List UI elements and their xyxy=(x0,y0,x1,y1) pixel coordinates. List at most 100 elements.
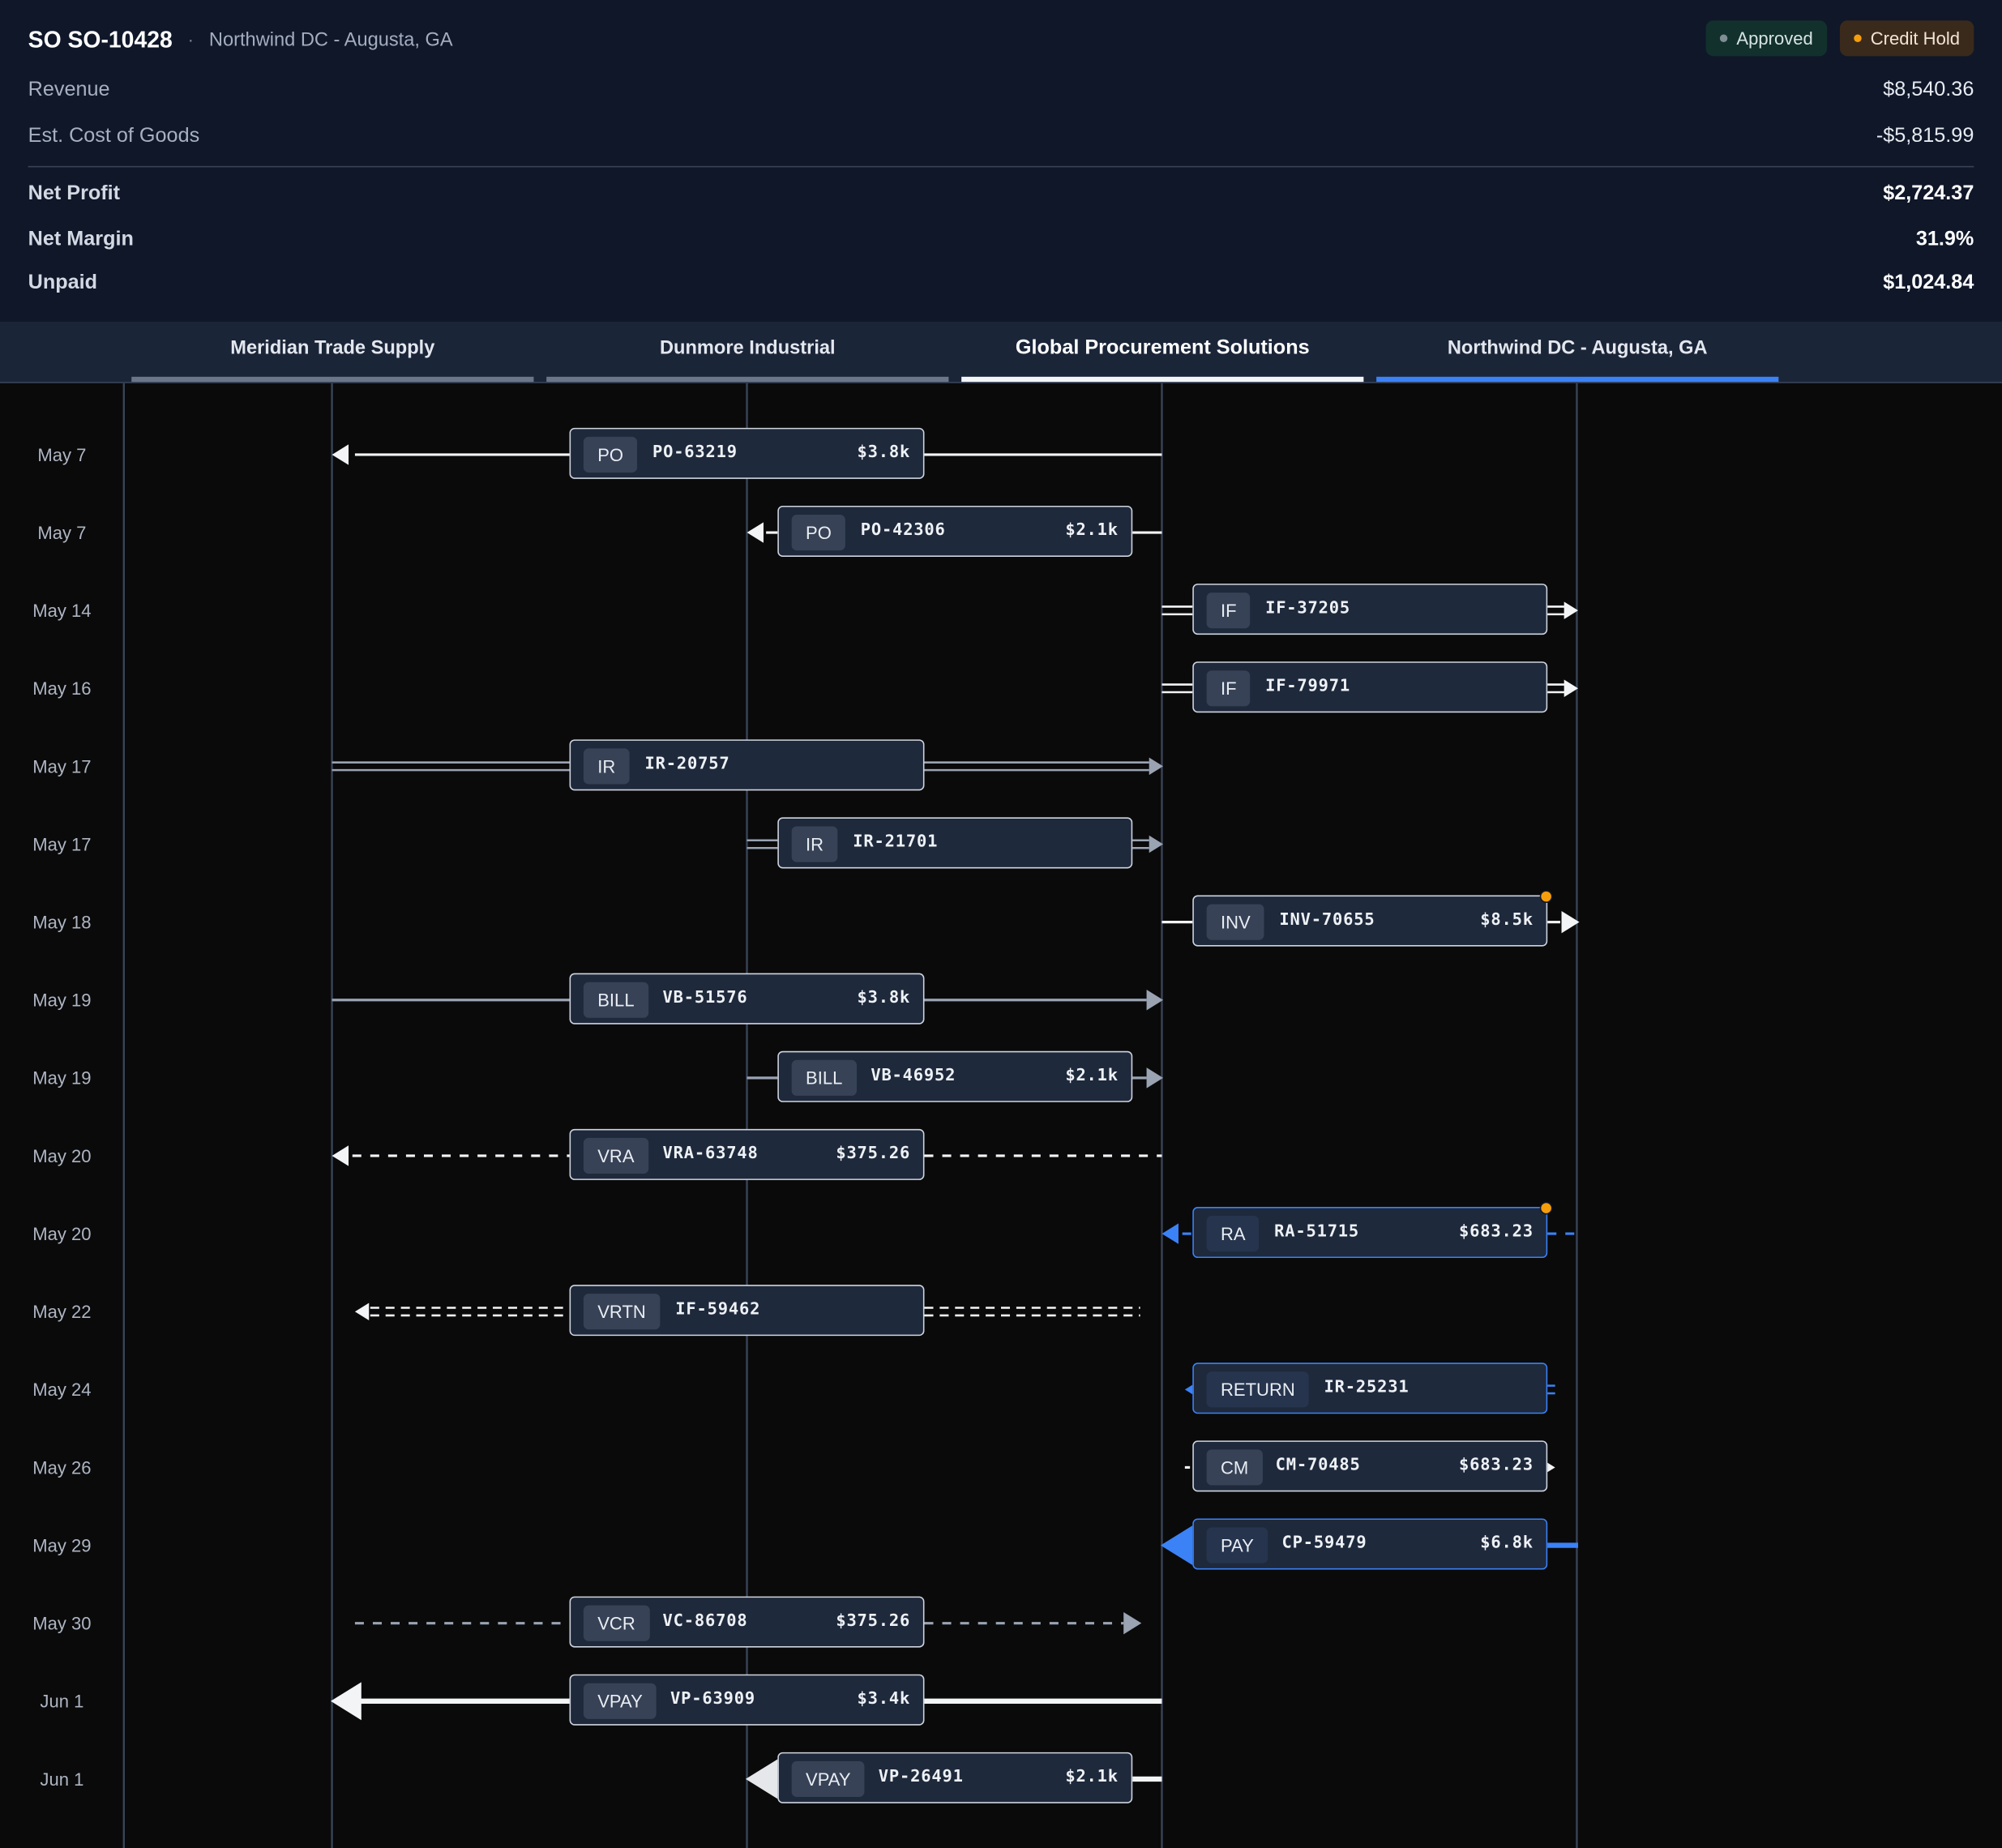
transaction-card-vra[interactable]: VRA VRA-63748 $375.26 xyxy=(569,1128,925,1180)
transaction-type-chip: PO xyxy=(791,514,846,551)
transaction-amount: $375.26 xyxy=(836,1144,911,1164)
event-date: May 20 xyxy=(32,1223,92,1244)
event-date: May 29 xyxy=(32,1534,92,1556)
transaction-card-ir[interactable]: IR IR-21701 xyxy=(777,817,1133,869)
transaction-type-chip: VPAY xyxy=(791,1760,865,1797)
transaction-type-chip: VCR xyxy=(583,1605,650,1641)
transaction-type-chip: IR xyxy=(791,826,838,862)
transaction-card-pay[interactable]: PAY CP-59479 $6.8k xyxy=(1192,1518,1548,1570)
transaction-card-return[interactable]: RETURN IR-25231 xyxy=(1192,1362,1548,1414)
transaction-card-bill[interactable]: BILL VB-51576 $3.8k xyxy=(569,973,925,1025)
transaction-id: IR-25231 xyxy=(1324,1378,1410,1397)
arrow-head-icon xyxy=(332,444,349,465)
event-date: May 24 xyxy=(32,1379,92,1400)
arrow-head-icon xyxy=(330,1682,361,1721)
transaction-type-chip: IR xyxy=(583,748,630,785)
transaction-card-ir[interactable]: IR IR-20757 xyxy=(569,739,925,791)
event-date: May 7 xyxy=(37,522,87,543)
tab-northwind-dc[interactable]: Northwind DC - Augusta, GA xyxy=(1376,322,1779,383)
transaction-amount: $3.8k xyxy=(857,443,911,463)
transaction-card-bill[interactable]: BILL VB-46952 $2.1k xyxy=(777,1050,1133,1102)
net-margin-row: Net Margin 31.9% xyxy=(28,229,1974,251)
transaction-type-chip: IF xyxy=(1206,592,1251,629)
status-badge-label: Credit Hold xyxy=(1870,28,1961,49)
transaction-amount: $2.1k xyxy=(1065,1767,1119,1787)
revenue-label: Revenue xyxy=(28,79,110,101)
arrow-head-icon xyxy=(354,1303,370,1320)
arrow-head-icon xyxy=(1161,1223,1179,1244)
event-date: Jun 1 xyxy=(40,1769,84,1790)
warning-dot-icon xyxy=(1854,34,1862,42)
transaction-type-chip: CM xyxy=(1206,1449,1263,1486)
tab-dunmore-industrial[interactable]: Dunmore Industrial xyxy=(546,322,949,383)
transaction-type-chip: IF xyxy=(1206,670,1251,707)
arrow-head-icon xyxy=(332,1145,349,1166)
transaction-card-po[interactable]: PO PO-42306 $2.1k xyxy=(777,505,1133,557)
unpaid-value: $1,024.84 xyxy=(1883,272,1974,294)
transaction-type-chip: BILL xyxy=(583,982,648,1018)
transaction-card-inv[interactable]: INV INV-70655 $8.5k xyxy=(1192,890,1553,947)
transaction-card-if[interactable]: IF IF-37205 xyxy=(1192,584,1548,635)
transaction-card-vcr[interactable]: VCR VC-86708 $375.26 xyxy=(569,1596,925,1648)
event-date: May 17 xyxy=(32,833,92,855)
unpaid-row: Unpaid $1,024.84 xyxy=(28,272,1974,295)
transaction-amount: $2.1k xyxy=(1065,1066,1119,1086)
transaction-id: INV-70655 xyxy=(1279,910,1375,930)
transaction-id: VB-46952 xyxy=(871,1066,956,1086)
transaction-id: IF-79971 xyxy=(1265,677,1351,696)
transaction-id: VC-86708 xyxy=(662,1611,748,1632)
net-profit-row: Net Profit $2,724.37 xyxy=(28,182,1974,205)
order-summary-header: SO SO-10428 · Northwind DC - Augusta, GA… xyxy=(0,0,2002,323)
tab-meridian-trade-supply[interactable]: Meridian Trade Supply xyxy=(131,322,534,383)
tab-underline xyxy=(961,376,1364,383)
revenue-row: Revenue $8,540.36 xyxy=(28,79,1974,102)
transaction-id: VB-51576 xyxy=(662,988,748,1008)
entity-tabs: Meridian Trade Supply Dunmore Industrial… xyxy=(0,322,2002,383)
customer-location: Northwind DC - Augusta, GA xyxy=(208,28,453,51)
transaction-id: CP-59479 xyxy=(1281,1534,1367,1554)
transaction-id: VRA-63748 xyxy=(662,1144,759,1164)
transaction-id: VP-26491 xyxy=(878,1767,964,1787)
transaction-card-vrtn[interactable]: VRTN IF-59462 xyxy=(569,1285,925,1337)
transaction-card-if[interactable]: IF IF-79971 xyxy=(1192,661,1548,713)
tab-global-procurement-solutions[interactable]: Global Procurement Solutions xyxy=(961,322,1364,383)
transaction-amount: $6.8k xyxy=(1480,1534,1534,1554)
transaction-card-ra[interactable]: RA RA-51715 $683.23 xyxy=(1192,1201,1553,1259)
transaction-card-vpay[interactable]: VPAY VP-63909 $3.4k xyxy=(569,1674,925,1726)
tab-underline xyxy=(546,376,949,383)
event-date: May 22 xyxy=(32,1301,92,1322)
title-separator: · xyxy=(187,29,195,50)
tab-label: Meridian Trade Supply xyxy=(230,336,435,359)
transaction-type-chip: RETURN xyxy=(1206,1371,1310,1408)
status-badge-approved: Approved xyxy=(1705,20,1828,57)
transaction-id: PO-63219 xyxy=(652,443,738,463)
arrow-head-icon xyxy=(1184,1384,1193,1395)
transaction-id: IR-21701 xyxy=(853,832,939,852)
event-date: May 26 xyxy=(32,1457,92,1478)
event-date: May 14 xyxy=(32,600,92,621)
arrow-head-icon xyxy=(1146,990,1164,1011)
transaction-amount: $683.23 xyxy=(1459,1456,1534,1475)
transaction-amount: $3.4k xyxy=(857,1689,911,1709)
event-date: May 19 xyxy=(32,990,92,1011)
transaction-id: IF-37205 xyxy=(1265,598,1351,618)
transaction-amount: $375.26 xyxy=(836,1611,911,1632)
transaction-type-chip: VRA xyxy=(583,1137,648,1174)
event-date: May 19 xyxy=(32,1067,92,1089)
status-badge-label: Approved xyxy=(1736,28,1813,49)
net-profit-value: $2,724.37 xyxy=(1883,182,1974,205)
transaction-type-chip: PAY xyxy=(1206,1527,1268,1564)
warning-dot-icon xyxy=(1539,890,1553,904)
transaction-type-chip: RA xyxy=(1206,1216,1260,1252)
transaction-id: CM-70485 xyxy=(1275,1456,1361,1475)
transaction-type-chip: INV xyxy=(1206,904,1265,940)
transaction-card-po[interactable]: PO PO-63219 $3.8k xyxy=(569,427,925,479)
arrow-head-icon xyxy=(746,522,764,543)
transaction-amount: $683.23 xyxy=(1459,1221,1534,1242)
event-date: May 17 xyxy=(32,755,92,777)
transaction-card-vpay[interactable]: VPAY VP-26491 $2.1k xyxy=(777,1752,1133,1803)
transaction-card-cm[interactable]: CM CM-70485 $683.23 xyxy=(1192,1440,1548,1492)
transaction-timeline: May 7 PO PO-63219 $3.8k May 7 PO PO-42306 $2.1k… xyxy=(0,383,2002,1848)
cogs-label: Est. Cost of Goods xyxy=(28,125,200,148)
tab-label: Dunmore Industrial xyxy=(659,336,836,359)
